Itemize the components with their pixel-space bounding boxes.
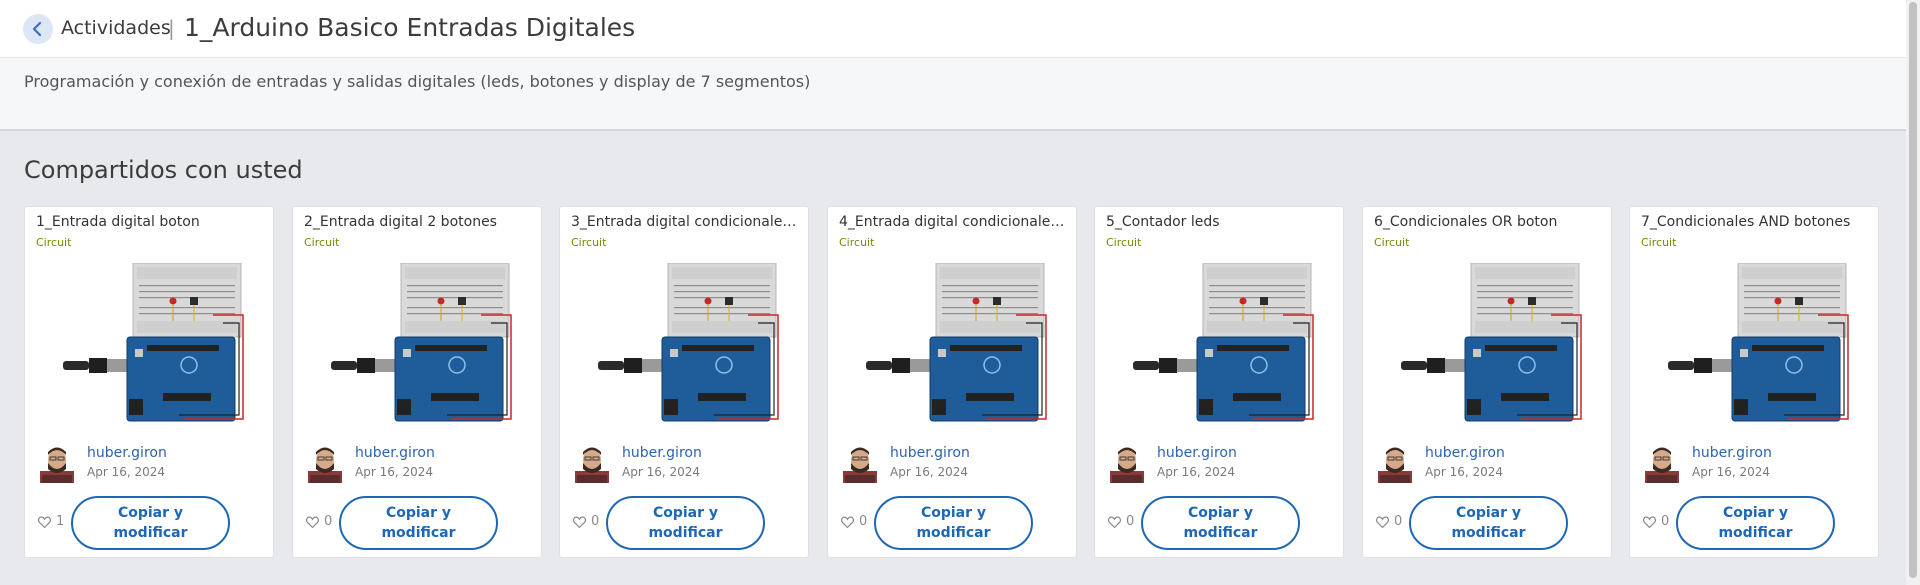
user-avatar[interactable] <box>1378 445 1412 483</box>
like-count: 0 <box>1661 514 1670 529</box>
design-card[interactable]: 1_Entrada digital boton Circuit huber.gi… <box>24 206 274 558</box>
like-button[interactable]: 0 <box>841 514 867 529</box>
publish-date: Apr 16, 2024 <box>1692 465 1771 479</box>
card-title[interactable]: 4_Entrada digital condicionales ... <box>839 214 1067 230</box>
heart-icon <box>38 516 51 528</box>
design-card[interactable]: 6_Condicionales OR boton Circuit huber.g… <box>1362 206 1612 558</box>
card-title[interactable]: 1_Entrada digital boton <box>36 214 264 230</box>
heart-icon <box>1108 516 1121 528</box>
like-count: 0 <box>591 514 600 529</box>
heart-icon <box>1376 516 1389 528</box>
breadcrumb-actividades[interactable]: Actividades <box>61 17 171 39</box>
card-title[interactable]: 3_Entrada digital condicionales ... <box>571 214 799 230</box>
author-link[interactable]: huber.giron <box>355 445 435 461</box>
section-title: Compartidos con usted <box>24 156 303 184</box>
card-type-tag: Circuit <box>1106 236 1142 249</box>
arduino-circuit-thumbnail[interactable] <box>1133 263 1319 425</box>
author-link[interactable]: huber.giron <box>1157 445 1237 461</box>
page-description: Programación y conexión de entradas y sa… <box>24 72 811 91</box>
copy-and-modify-button[interactable]: Copiar y modificar <box>1676 496 1835 550</box>
author-link[interactable]: huber.giron <box>622 445 702 461</box>
card-type-tag: Circuit <box>1374 236 1410 249</box>
user-avatar[interactable] <box>1645 445 1679 483</box>
like-count: 0 <box>1394 514 1403 529</box>
arduino-circuit-thumbnail[interactable] <box>331 263 517 425</box>
card-title[interactable]: 7_Condicionales AND botones <box>1641 214 1869 230</box>
copy-and-modify-button[interactable]: Copiar y modificar <box>71 496 230 550</box>
publish-date: Apr 16, 2024 <box>1157 465 1236 479</box>
heart-icon <box>306 516 319 528</box>
scrollbar-thumb[interactable] <box>1909 2 1917 578</box>
user-avatar[interactable] <box>40 445 74 483</box>
card-title[interactable]: 2_Entrada digital 2 botones <box>304 214 532 230</box>
user-avatar[interactable] <box>575 445 609 483</box>
publish-date: Apr 16, 2024 <box>87 465 166 479</box>
author-link[interactable]: huber.giron <box>890 445 970 461</box>
copy-and-modify-button[interactable]: Copiar y modificar <box>606 496 765 550</box>
design-card[interactable]: 5_Contador leds Circuit huber.giron Apr … <box>1094 206 1344 558</box>
like-button[interactable]: 1 <box>38 514 64 529</box>
card-title[interactable]: 5_Contador leds <box>1106 214 1334 230</box>
like-button[interactable]: 0 <box>1108 514 1134 529</box>
heart-icon <box>1643 516 1656 528</box>
copy-and-modify-button[interactable]: Copiar y modificar <box>339 496 498 550</box>
breadcrumb-separator: | <box>168 16 175 40</box>
author-link[interactable]: huber.giron <box>1425 445 1505 461</box>
arduino-circuit-thumbnail[interactable] <box>63 263 249 425</box>
arduino-circuit-thumbnail[interactable] <box>598 263 784 425</box>
card-type-tag: Circuit <box>571 236 607 249</box>
back-button[interactable] <box>23 14 53 44</box>
arduino-circuit-thumbnail[interactable] <box>1401 263 1587 425</box>
copy-and-modify-button[interactable]: Copiar y modificar <box>1409 496 1568 550</box>
description-panel: Programación y conexión de entradas y sa… <box>0 58 1906 131</box>
card-type-tag: Circuit <box>839 236 875 249</box>
author-link[interactable]: huber.giron <box>1692 445 1772 461</box>
top-bar: Actividades | 1_Arduino Basico Entradas … <box>0 0 1906 58</box>
like-count: 0 <box>324 514 333 529</box>
chevron-left-icon <box>32 21 42 37</box>
scrollbar[interactable] <box>1906 0 1920 585</box>
user-avatar[interactable] <box>1110 445 1144 483</box>
heart-icon <box>841 516 854 528</box>
like-count: 0 <box>859 514 868 529</box>
card-type-tag: Circuit <box>304 236 340 249</box>
publish-date: Apr 16, 2024 <box>1425 465 1504 479</box>
design-card[interactable]: 2_Entrada digital 2 botones Circuit hube… <box>292 206 542 558</box>
card-type-tag: Circuit <box>36 236 72 249</box>
publish-date: Apr 16, 2024 <box>622 465 701 479</box>
author-link[interactable]: huber.giron <box>87 445 167 461</box>
like-button[interactable]: 0 <box>306 514 332 529</box>
like-button[interactable]: 0 <box>1643 514 1669 529</box>
design-card[interactable]: 4_Entrada digital condicionales ... Circ… <box>827 206 1077 558</box>
like-button[interactable]: 0 <box>573 514 599 529</box>
copy-and-modify-button[interactable]: Copiar y modificar <box>1141 496 1300 550</box>
design-card[interactable]: 3_Entrada digital condicionales ... Circ… <box>559 206 809 558</box>
publish-date: Apr 16, 2024 <box>355 465 434 479</box>
copy-and-modify-button[interactable]: Copiar y modificar <box>874 496 1033 550</box>
card-type-tag: Circuit <box>1641 236 1677 249</box>
publish-date: Apr 16, 2024 <box>890 465 969 479</box>
card-title[interactable]: 6_Condicionales OR boton <box>1374 214 1602 230</box>
design-card[interactable]: 7_Condicionales AND botones Circuit hube… <box>1629 206 1879 558</box>
like-button[interactable]: 0 <box>1376 514 1402 529</box>
page-title: 1_Arduino Basico Entradas Digitales <box>184 13 636 42</box>
like-count: 1 <box>56 514 65 529</box>
user-avatar[interactable] <box>843 445 877 483</box>
user-avatar[interactable] <box>308 445 342 483</box>
like-count: 0 <box>1126 514 1135 529</box>
heart-icon <box>573 516 586 528</box>
arduino-circuit-thumbnail[interactable] <box>1668 263 1854 425</box>
arduino-circuit-thumbnail[interactable] <box>866 263 1052 425</box>
